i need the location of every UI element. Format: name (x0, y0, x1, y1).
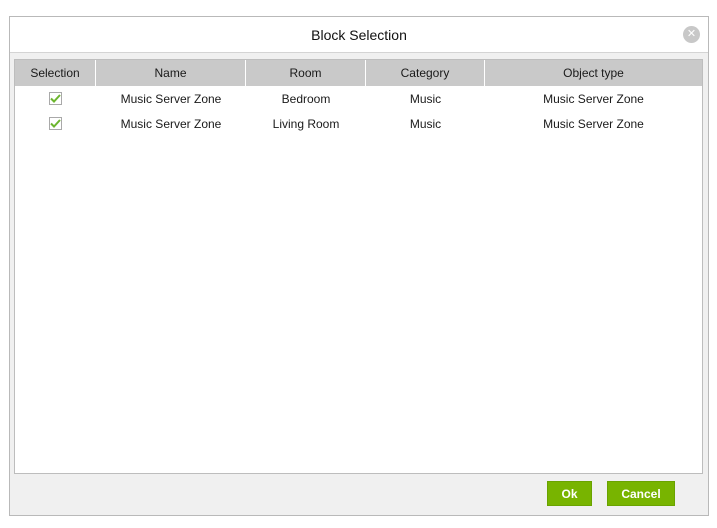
checkmark-icon (50, 93, 61, 103)
selection-checkbox[interactable] (49, 116, 62, 130)
cell-room: Bedroom (281, 91, 331, 106)
table-body: Music Server Zone Bedroom Music Music Se… (15, 86, 702, 136)
column-header-category[interactable]: Category (366, 60, 485, 86)
cancel-button[interactable]: Cancel (607, 481, 675, 506)
cell-category: Music (409, 91, 442, 106)
ok-button[interactable]: Ok (547, 481, 592, 506)
table-row[interactable]: Music Server Zone Bedroom Music Music Se… (15, 86, 702, 111)
table-row[interactable]: Music Server Zone Living Room Music Musi… (15, 111, 702, 136)
cell-category: Music (409, 116, 442, 131)
cell-room: Living Room (272, 116, 340, 131)
checkmark-icon (50, 118, 61, 128)
cell-object-type: Music Server Zone (543, 91, 644, 106)
column-header-room[interactable]: Room (246, 60, 366, 86)
dialog-title: Block Selection (311, 27, 407, 43)
selection-cell (15, 116, 96, 130)
cell-name: Music Server Zone (120, 91, 222, 106)
cell-object-type: Music Server Zone (543, 116, 644, 131)
column-header-selection[interactable]: Selection (15, 60, 96, 86)
selection-table: Selection Name Room Category Object type… (14, 59, 703, 474)
column-header-name[interactable]: Name (96, 60, 246, 86)
close-icon[interactable]: ✕ (683, 26, 700, 43)
selection-cell (15, 91, 96, 105)
selection-checkbox[interactable] (49, 91, 62, 105)
block-selection-dialog: Block Selection ✕ Selection Name Room Ca… (9, 16, 709, 516)
column-header-object-type[interactable]: Object type (485, 60, 702, 86)
cell-name: Music Server Zone (120, 116, 222, 131)
table-header: Selection Name Room Category Object type (15, 60, 702, 86)
dialog-titlebar: Block Selection ✕ (10, 17, 708, 53)
